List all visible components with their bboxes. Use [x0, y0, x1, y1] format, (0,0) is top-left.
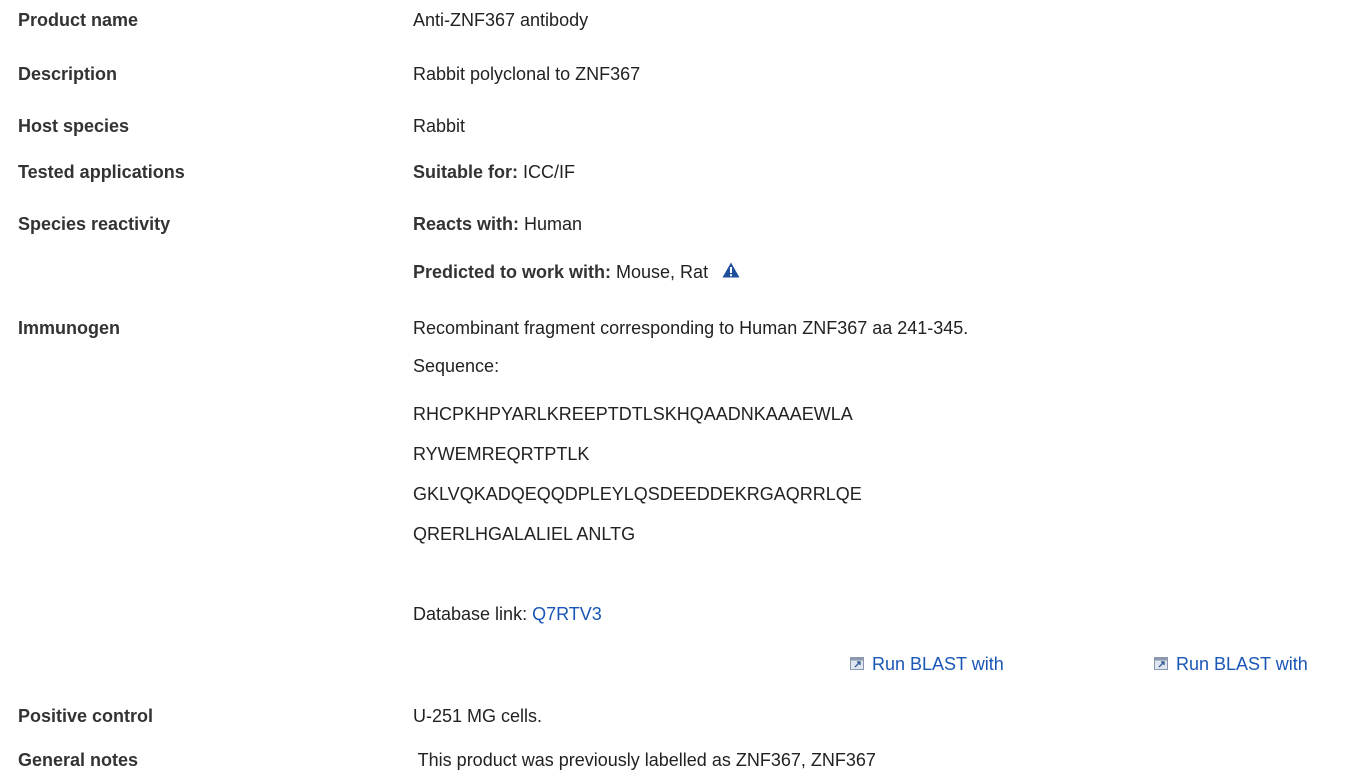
database-link-prefix: Database link:: [413, 604, 533, 624]
external-link-icon: [1154, 654, 1168, 670]
predicted-prefix: Predicted to work with:: [413, 262, 612, 282]
predicted-value: Predicted to work with: Mouse, Rat: [413, 262, 740, 283]
external-link-icon: [850, 654, 864, 670]
reacts-with-value: Reacts with: Human: [413, 214, 582, 235]
host-species-label: Host species: [18, 116, 130, 136]
reacts-with-prefix: Reacts with:: [413, 214, 520, 234]
host-species-value: Rabbit: [413, 116, 466, 136]
database-link-text: Database link: Q7RTV3: [413, 604, 602, 625]
product-name-value: Anti-ZNF367 antibody: [413, 10, 589, 30]
positive-control-value: U-251 MG cells.: [413, 706, 543, 726]
sequence-label: Sequence:: [413, 356, 500, 376]
product-name-label: Product name: [18, 10, 139, 30]
run-blast-link-1[interactable]: Run BLAST with: [850, 654, 1004, 675]
tested-applications-label: Tested applications: [18, 162, 185, 182]
warning-triangle-icon[interactable]: [722, 262, 740, 278]
general-notes-value: This product was previously labelled as …: [413, 750, 876, 770]
reacts-with-species: Human: [519, 214, 583, 234]
positive-control-label: Positive control: [18, 706, 154, 726]
general-notes-label: General notes: [18, 750, 139, 770]
sequence-line: QRERLHGALALIEL ANLTG: [413, 524, 636, 544]
description-label: Description: [18, 64, 118, 84]
sequence-line: GKLVQKADQEQQDPLEYLQSDEEDDEKRGAQRRLQE: [413, 484, 862, 504]
database-link-q7rtv3[interactable]: Q7RTV3: [532, 604, 602, 624]
tested-applications-value: Suitable for: ICC/IF: [413, 162, 575, 183]
sequence-line: RYWEMREQRTPTLK: [413, 444, 590, 464]
run-blast-link-2[interactable]: Run BLAST with: [1154, 654, 1308, 675]
predicted-species: Mouse, Rat: [611, 262, 709, 282]
run-blast-label[interactable]: Run BLAST with: [1176, 654, 1308, 674]
immunogen-text: Recombinant fragment corresponding to Hu…: [413, 318, 969, 338]
description-value: Rabbit polyclonal to ZNF367: [413, 64, 641, 84]
immunogen-label: Immunogen: [18, 318, 120, 338]
suitable-for-value: ICC/IF: [518, 162, 576, 182]
sequence-line: RHCPKHPYARLKREEPTDTLSKHQAADNKAAAEWLA: [413, 404, 853, 424]
suitable-for-prefix: Suitable for:: [413, 162, 519, 182]
species-reactivity-label: Species reactivity: [18, 214, 171, 234]
run-blast-label[interactable]: Run BLAST with: [872, 654, 1004, 674]
